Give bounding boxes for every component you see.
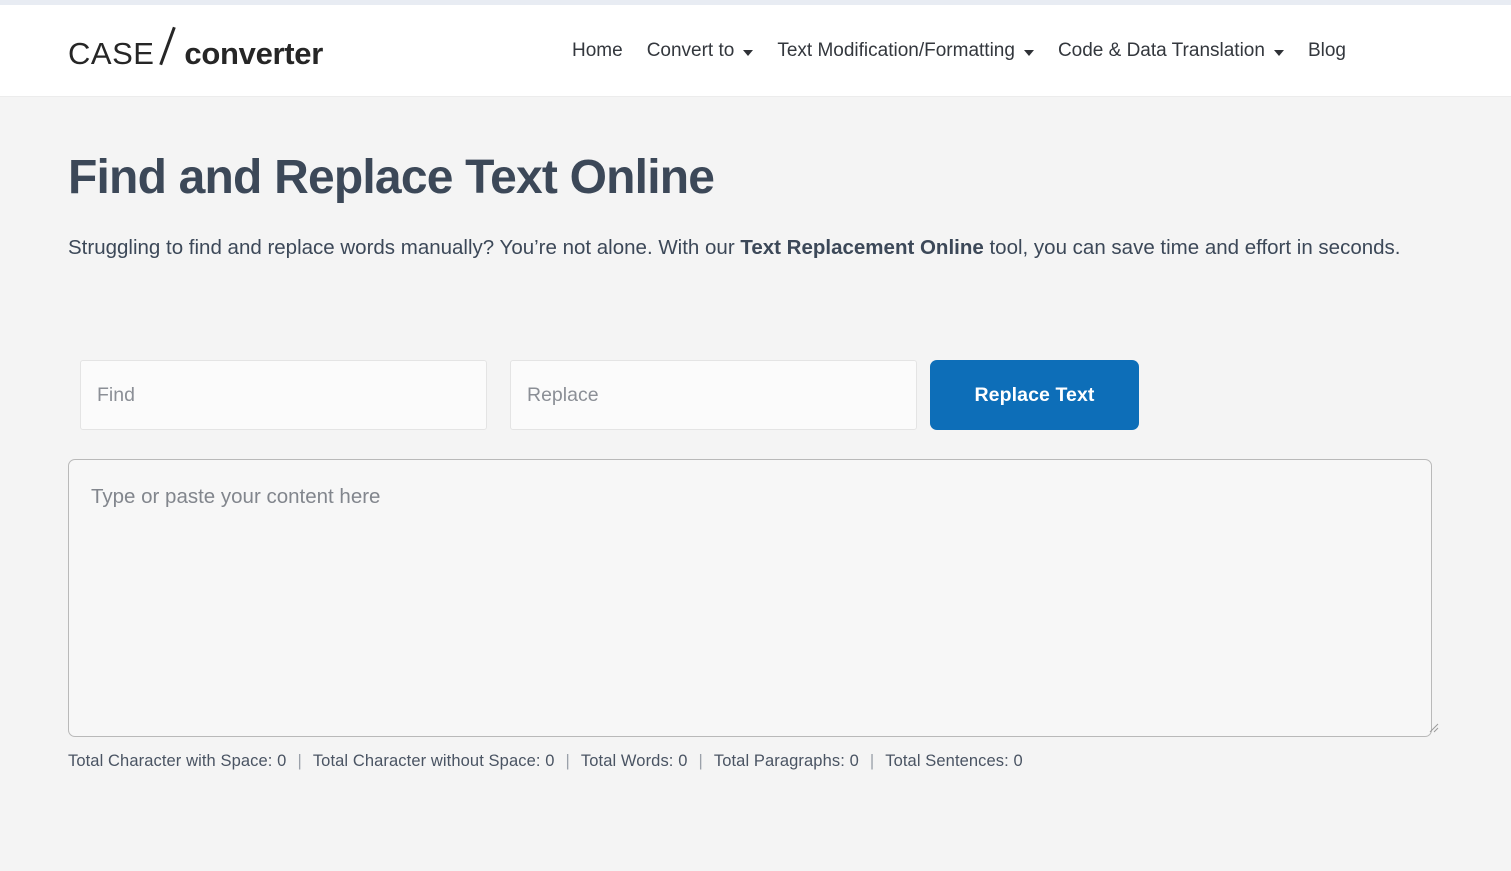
stat-separator: | [297,752,302,771]
stat-value-chars-with-space: 0 [277,752,287,771]
stat-value-words: 0 [678,752,688,771]
logo-slash-icon [154,30,184,64]
stat-separator: | [698,752,703,771]
stat-separator: | [565,752,570,771]
main-navigation: Home Convert to Text Modification/Format… [572,41,1358,60]
nav-item-label: Home [572,40,623,61]
stat-label-paragraphs: Total Paragraphs: [713,752,845,771]
replace-text-button[interactable]: Replace Text [930,360,1139,431]
page-subtitle-part2: tool, you can save time and effort in se… [983,235,1401,259]
stat-value-paragraphs: 0 [849,752,859,771]
nav-item-convert-to[interactable]: Convert to [635,41,766,60]
nav-item-code-data-translation[interactable]: Code & Data Translation [1046,41,1296,60]
page-subtitle: Struggling to find and replace words man… [68,231,1438,265]
page-title: Find and Replace Text Online [68,151,715,204]
logo-text-converter: converter [184,35,324,71]
stat-separator: | [869,752,875,771]
site-header: CASE converter Home Convert to Text Modi… [0,5,1511,97]
logo-text-case: CASE [68,35,155,71]
nav-item-text-modification-formatting[interactable]: Text Modification/Formatting [765,41,1046,60]
replace-input[interactable] [510,360,917,431]
find-replace-controls-row: Replace Text [68,360,1443,431]
find-replace-tool: Replace Text Total Character with Space:… [68,360,1443,771]
page-subtitle-part1: Struggling to find and replace words man… [68,235,741,259]
chevron-down-icon [1023,49,1034,56]
nav-item-home[interactable]: Home [572,41,635,60]
nav-item-label: Code & Data Translation [1057,40,1265,61]
content-textarea[interactable] [68,459,1432,738]
stat-value-chars-without-space: 0 [545,752,555,771]
site-logo[interactable]: CASE converter [68,30,323,72]
nav-item-label: Text Modification/Formatting [777,40,1015,61]
chevron-down-icon [1273,49,1284,56]
main-content: Find and Replace Text Online Struggling … [0,151,1511,771]
nav-item-blog[interactable]: Blog [1296,41,1358,60]
stat-label-chars-without-space: Total Character without Space: [312,752,541,771]
chevron-down-icon [743,49,754,56]
content-textarea-wrapper [68,459,1443,738]
stat-value-sentences: 0 [1013,752,1023,771]
nav-item-label: Blog [1307,40,1346,61]
page-subtitle-highlight: Text Replacement Online [740,235,984,259]
find-input[interactable] [80,360,487,431]
stat-label-chars-with-space: Total Character with Space: [68,752,273,771]
text-statistics-row: Total Character with Space: 0 | Total Ch… [68,752,1443,771]
stat-label-sentences: Total Sentences: [885,752,1009,771]
stat-label-words: Total Words: [580,752,674,771]
nav-item-label: Convert to [646,40,735,61]
